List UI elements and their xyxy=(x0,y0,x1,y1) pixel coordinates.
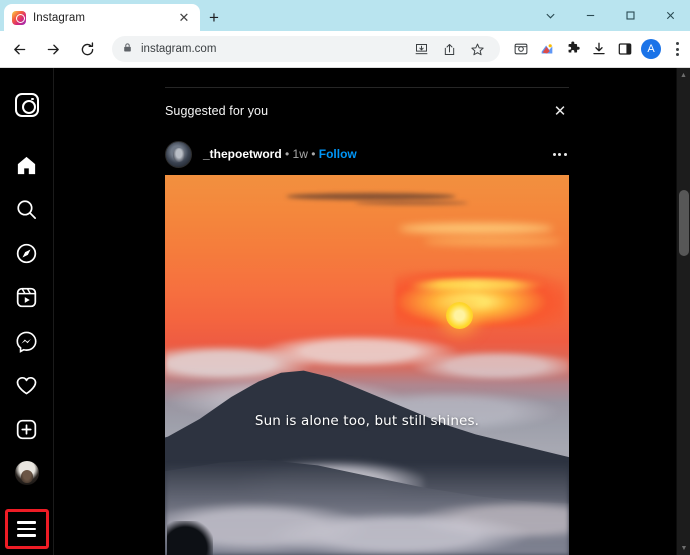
sidebar-item-search[interactable] xyxy=(5,187,49,231)
sidebar-item-more[interactable] xyxy=(4,509,49,549)
suggested-for-you-header: Suggested for you ✕ xyxy=(165,102,569,120)
cloud-wisp-bright xyxy=(399,223,553,234)
title-bar: Instagram ✕ + xyxy=(0,0,690,31)
address-bar[interactable]: instagram.com xyxy=(112,36,500,62)
post-meta: _thepoetword • 1w • Follow xyxy=(203,147,357,161)
scroll-up-arrow-icon[interactable]: ▲ xyxy=(677,68,690,82)
downloads-icon[interactable] xyxy=(586,36,612,62)
install-app-icon[interactable] xyxy=(408,36,434,62)
instagram-sidebar xyxy=(0,68,54,555)
sidebar-item-profile[interactable] xyxy=(5,451,49,495)
url-text: instagram.com xyxy=(141,43,217,55)
explore-compass-icon xyxy=(15,242,38,265)
sidebar-item-messages[interactable] xyxy=(5,319,49,363)
browser-window: Instagram ✕ + instagram.com A Suggested … xyxy=(0,0,690,555)
meta-separator-1: • xyxy=(281,147,293,161)
browser-toolbar: instagram.com A xyxy=(0,31,690,68)
instagram-favicon-icon xyxy=(12,10,26,25)
extensions-puzzle-icon[interactable] xyxy=(560,36,586,62)
new-tab-button[interactable]: + xyxy=(200,4,228,31)
hamburger-menu-icon xyxy=(17,521,36,537)
forward-arrow-icon[interactable] xyxy=(38,34,68,64)
feed-divider xyxy=(165,87,569,88)
tab-strip: Instagram ✕ + xyxy=(0,0,530,31)
omnibox-actions xyxy=(408,36,490,62)
extension-colored-icon[interactable] xyxy=(534,36,560,62)
plus-create-icon xyxy=(15,418,38,441)
instagram-logo-icon[interactable] xyxy=(14,93,39,117)
messenger-icon xyxy=(15,330,38,353)
cloud-wisp-dark xyxy=(286,193,456,200)
heart-icon xyxy=(15,374,38,397)
scrollbar-thumb[interactable] xyxy=(679,190,689,256)
page-scrollbar[interactable]: ▲ ▼ xyxy=(676,68,690,555)
sun-light-band xyxy=(407,279,545,291)
tab-close-icon[interactable]: ✕ xyxy=(176,10,192,26)
sidebar-item-notifications[interactable] xyxy=(5,363,49,407)
post-header: _thepoetword • 1w • Follow xyxy=(165,138,569,170)
page-viewport: Suggested for you ✕ _thepoetword • 1w • … xyxy=(0,68,690,555)
post-username[interactable]: _thepoetword xyxy=(203,147,282,161)
instagram-feed: Suggested for you ✕ _thepoetword • 1w • … xyxy=(54,68,676,555)
post-author-avatar[interactable] xyxy=(165,140,192,168)
bookmark-star-icon[interactable] xyxy=(464,36,490,62)
image-caption-text: Sun is alone too, but still shines. xyxy=(254,413,480,429)
lock-icon xyxy=(122,40,133,58)
post-timestamp: 1w xyxy=(292,147,308,161)
back-arrow-icon[interactable] xyxy=(4,34,34,64)
sidebar-item-home[interactable] xyxy=(5,143,49,187)
chrome-menu-icon[interactable] xyxy=(664,36,690,62)
home-icon xyxy=(15,154,38,177)
tab-search-chevron-down-icon[interactable] xyxy=(530,0,570,31)
profile-avatar xyxy=(14,461,39,485)
browser-tab-instagram[interactable]: Instagram ✕ xyxy=(4,4,200,31)
dismiss-suggestion-icon[interactable]: ✕ xyxy=(551,102,569,120)
side-panel-icon[interactable] xyxy=(612,36,638,62)
cloud-wisp-bright-2 xyxy=(423,237,561,246)
search-icon xyxy=(15,198,38,221)
window-controls xyxy=(530,0,690,31)
foreground-tree xyxy=(167,521,213,555)
close-window-icon[interactable] xyxy=(650,0,690,31)
reels-icon xyxy=(15,286,38,309)
sidebar-item-explore[interactable] xyxy=(5,231,49,275)
share-icon[interactable] xyxy=(436,36,462,62)
cloud-wisp-dark-2 xyxy=(354,201,468,205)
profile-avatar-button[interactable]: A xyxy=(638,36,664,62)
minimize-icon[interactable] xyxy=(570,0,610,31)
fog-lower xyxy=(165,463,569,555)
post-image[interactable]: Sun is alone too, but still shines. xyxy=(165,175,569,555)
post-options-icon[interactable] xyxy=(551,147,569,162)
tab-title: Instagram xyxy=(33,11,86,24)
screen-capture-icon[interactable] xyxy=(508,36,534,62)
maximize-icon[interactable] xyxy=(610,0,650,31)
scroll-down-arrow-icon[interactable]: ▼ xyxy=(677,541,690,555)
reload-icon[interactable] xyxy=(72,34,102,64)
suggested-heading: Suggested for you xyxy=(165,104,269,118)
sidebar-item-reels[interactable] xyxy=(5,275,49,319)
meta-separator-2: • xyxy=(307,147,319,161)
avatar-initial: A xyxy=(641,39,661,59)
sidebar-item-create[interactable] xyxy=(5,407,49,451)
follow-button[interactable]: Follow xyxy=(319,147,357,161)
